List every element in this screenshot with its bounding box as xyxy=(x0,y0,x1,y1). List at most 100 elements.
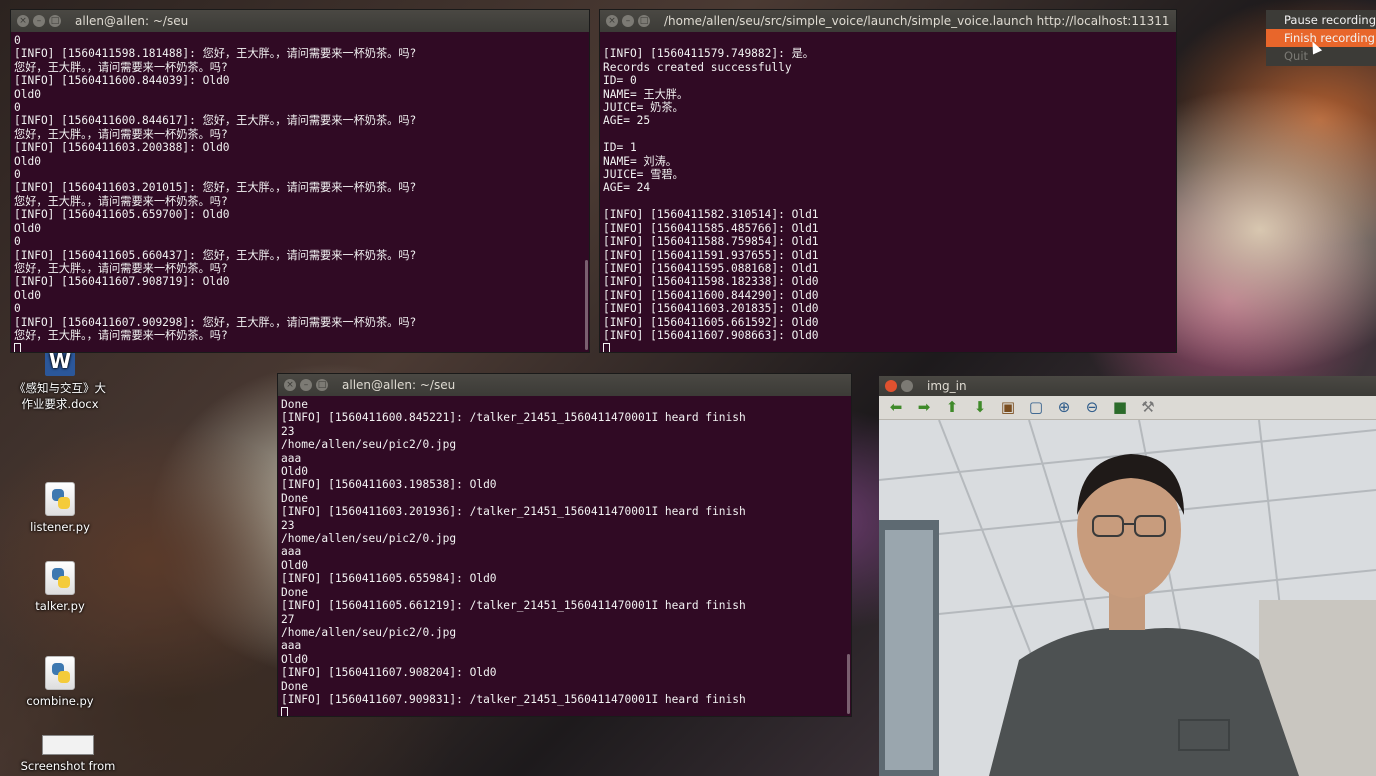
terminal-line: 23 xyxy=(281,518,295,532)
terminal-line: Done xyxy=(281,679,308,693)
viewer-titlebar[interactable]: img_in xyxy=(879,376,1376,396)
window-title: /home/allen/seu/src/simple_voice/launch/… xyxy=(664,14,1170,28)
window-title: allen@allen: ~/seu xyxy=(342,378,456,392)
terminal-line: [INFO] [1560411603.201835]: Old0 xyxy=(603,302,819,316)
terminal-line: [INFO] [1560411607.908663]: Old0 xyxy=(603,328,819,342)
terminal-line: [INFO] [1560411603.201015]: 您好，王大胖。，请问需要… xyxy=(14,181,417,195)
terminal-line: JUICE= 雪碧。 xyxy=(603,168,684,182)
desktop-icon-screenshot[interactable]: Screenshot from xyxy=(18,735,118,773)
terminal-line: [INFO] [1560411598.181488]: 您好，王大胖。，请问需要… xyxy=(14,47,417,61)
terminal-output[interactable]: [INFO] [1560411579.749882]: 是。 Records cr… xyxy=(600,32,1176,352)
terminal-titlebar[interactable]: × – □ allen@allen: ~/seu xyxy=(278,374,851,396)
terminal-line: [INFO] [1560411603.201936]: /talker_2145… xyxy=(281,505,746,519)
terminal-line: ID= 0 xyxy=(603,74,637,88)
terminal-line: [INFO] [1560411595.088168]: Old1 xyxy=(603,261,819,275)
zoom-out-icon[interactable]: ⊖ xyxy=(1081,398,1103,418)
zoom-in-icon[interactable]: ⊕ xyxy=(1053,398,1075,418)
terminal-line: Old0 xyxy=(14,288,41,302)
terminal-line: [INFO] [1560411607.908204]: Old0 xyxy=(281,666,497,680)
close-icon[interactable]: × xyxy=(284,379,296,391)
terminal-line: JUICE= 奶茶。 xyxy=(603,101,684,115)
terminal-line: NAME= 刘涛。 xyxy=(603,154,677,168)
terminal-line: [INFO] [1560411605.655984]: Old0 xyxy=(281,572,497,586)
terminal-line: [INFO] [1560411607.909298]: 您好，王大胖。，请问需要… xyxy=(14,315,417,329)
terminal-output[interactable]: Done [INFO] [1560411600.845221]: /talker_… xyxy=(278,396,851,716)
terminal-line: [INFO] [1560411605.661592]: Old0 xyxy=(603,315,819,329)
scrollbar[interactable] xyxy=(585,260,588,350)
window-title: img_in xyxy=(927,379,967,393)
terminal-line: [INFO] [1560411588.759854]: Old1 xyxy=(603,235,819,249)
desktop-icon-label: combine.py xyxy=(26,694,94,708)
minimize-icon[interactable] xyxy=(901,380,913,392)
desktop-icon-listener[interactable]: listener.py xyxy=(10,482,110,534)
terminal-line: [INFO] [1560411600.844039]: Old0 xyxy=(14,74,230,88)
terminal-line: [INFO] [1560411600.844290]: Old0 xyxy=(603,288,819,302)
desktop-icon-docx[interactable]: W 《感知与交互》大作业要求.docx xyxy=(10,346,110,412)
terminal-line: 0 xyxy=(14,101,21,115)
terminal-line: 您好，王大胖。，请问需要来一杯奶茶。吗? xyxy=(14,261,228,275)
pause-recording-item[interactable]: Pause recording xyxy=(1266,11,1376,29)
zoom-fit-icon[interactable]: ▢ xyxy=(1025,398,1047,418)
terminal-line: AGE= 24 xyxy=(603,181,651,195)
desktop-icon-combine[interactable]: combine.py xyxy=(10,656,110,708)
terminal-line: [INFO] [1560411605.659700]: Old0 xyxy=(14,208,230,222)
terminal-window-1[interactable]: × – □ allen@allen: ~/seu 0 [INFO] [156041… xyxy=(10,9,590,353)
minimize-icon[interactable]: – xyxy=(622,15,634,27)
terminal-line: [INFO] [1560411605.661219]: /talker_2145… xyxy=(281,599,746,613)
maximize-icon[interactable]: □ xyxy=(49,15,61,27)
terminal-line: Old0 xyxy=(281,465,308,479)
desktop-icon-label: talker.py xyxy=(35,599,85,613)
finish-recording-item[interactable]: Finish recording xyxy=(1266,29,1376,47)
terminal-line: /home/allen/seu/pic2/0.jpg xyxy=(281,625,457,639)
terminal-line: /home/allen/seu/pic2/0.jpg xyxy=(281,438,457,452)
terminal-line: 23 xyxy=(281,424,295,438)
camera-image xyxy=(879,420,1376,776)
image-icon[interactable]: ▣ xyxy=(997,398,1019,418)
terminal-line: [INFO] [1560411607.908719]: Old0 xyxy=(14,275,230,289)
terminal-titlebar[interactable]: × – □ /home/allen/seu/src/simple_voice/l… xyxy=(600,10,1176,32)
window-title: allen@allen: ~/seu xyxy=(75,14,189,28)
terminal-line: AGE= 25 xyxy=(603,114,651,128)
maximize-icon[interactable]: □ xyxy=(316,379,328,391)
terminal-window-2[interactable]: × – □ /home/allen/seu/src/simple_voice/l… xyxy=(599,9,1177,353)
terminal-window-3[interactable]: × – □ allen@allen: ~/seu Done [INFO] [156… xyxy=(277,373,852,717)
settings-icon[interactable]: ⚒ xyxy=(1137,398,1159,418)
terminal-line: [INFO] [1560411591.937655]: Old1 xyxy=(603,248,819,262)
close-icon[interactable] xyxy=(885,380,897,392)
minimize-icon[interactable]: – xyxy=(300,379,312,391)
terminal-line: /home/allen/seu/pic2/0.jpg xyxy=(281,532,457,546)
save-icon[interactable]: ■ xyxy=(1109,398,1131,418)
terminal-line: [INFO] [1560411600.844617]: 您好，王大胖。，请问需要… xyxy=(14,114,417,128)
scrollbar[interactable] xyxy=(847,654,850,714)
image-viewer-window[interactable]: img_in ⬅ ➡ ⬆ ⬇ ▣ ▢ ⊕ ⊖ ■ ⚒ xyxy=(879,376,1376,776)
terminal-line: ID= 1 xyxy=(603,141,637,155)
terminal-line: aaa xyxy=(281,451,302,465)
close-icon[interactable]: × xyxy=(606,15,618,27)
terminal-line: Old0 xyxy=(14,87,41,101)
close-icon[interactable]: × xyxy=(17,15,29,27)
arrow-up-icon[interactable]: ⬆ xyxy=(941,398,963,418)
terminal-line: [INFO] [1560411579.749882]: 是。 xyxy=(603,47,814,61)
minimize-icon[interactable]: – xyxy=(33,15,45,27)
maximize-icon[interactable]: □ xyxy=(638,15,650,27)
terminal-line: [INFO] [1560411607.909831]: /talker_2145… xyxy=(281,692,746,706)
camera-scene xyxy=(879,420,1376,776)
image-file-icon xyxy=(42,735,94,755)
terminal-line: Old0 xyxy=(281,652,308,666)
desktop-icon-talker[interactable]: talker.py xyxy=(10,561,110,613)
python-file-icon xyxy=(45,482,75,516)
python-file-icon xyxy=(45,561,75,595)
terminal-cursor xyxy=(14,343,21,352)
python-file-icon xyxy=(45,656,75,690)
terminal-line: Done xyxy=(281,491,308,505)
terminal-line: [INFO] [1560411603.200388]: Old0 xyxy=(14,141,230,155)
terminal-titlebar[interactable]: × – □ allen@allen: ~/seu xyxy=(11,10,589,32)
terminal-line: [INFO] [1560411600.845221]: /talker_2145… xyxy=(281,411,746,425)
arrow-down-icon[interactable]: ⬇ xyxy=(969,398,991,418)
arrow-left-icon[interactable]: ⬅ xyxy=(885,398,907,418)
terminal-line: 0 xyxy=(14,34,21,47)
terminal-output[interactable]: 0 [INFO] [1560411598.181488]: 您好，王大胖。，请问需… xyxy=(11,32,589,352)
arrow-right-icon[interactable]: ➡ xyxy=(913,398,935,418)
terminal-line: Old0 xyxy=(14,221,41,235)
